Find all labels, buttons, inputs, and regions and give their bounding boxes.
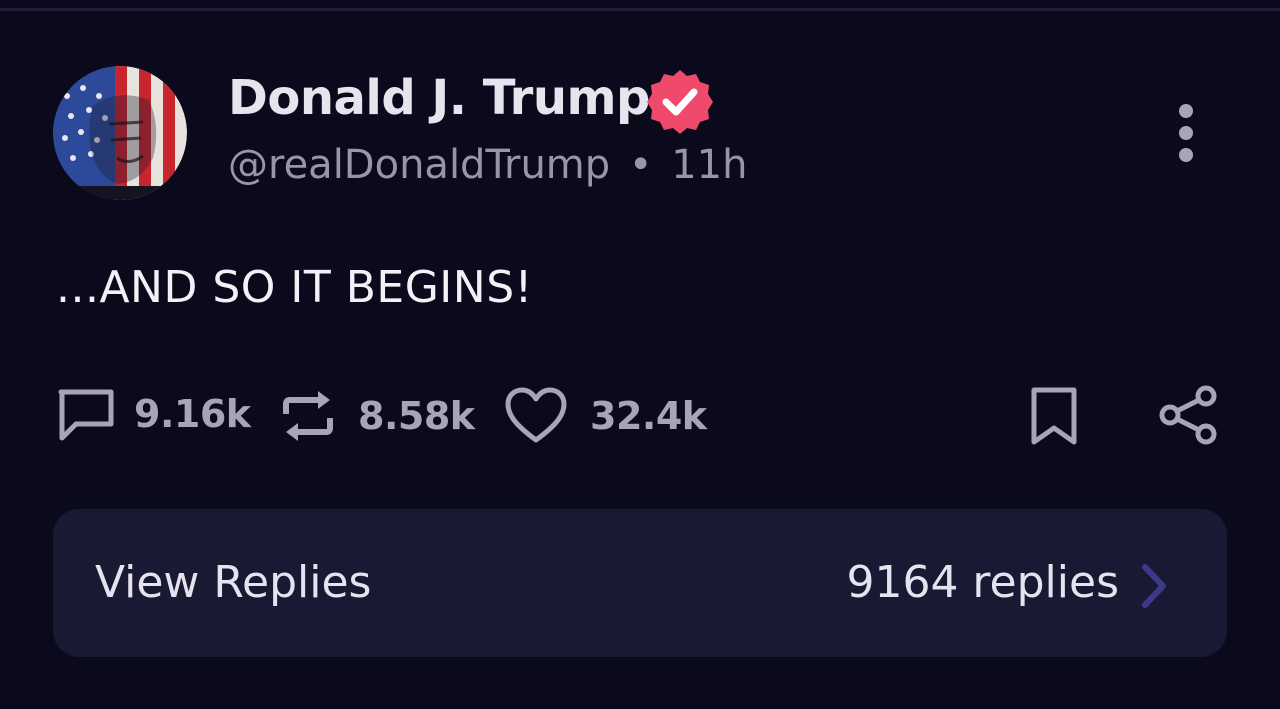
like-button[interactable]: 32.4k (504, 386, 707, 446)
author-avatar[interactable] (53, 66, 187, 200)
replies-count: 9164 replies (846, 557, 1119, 608)
repost-icon (283, 391, 333, 441)
post-timestamp[interactable]: 11h (671, 142, 747, 188)
view-replies-button[interactable]: View Replies 9164 replies (53, 509, 1227, 657)
verified-badge-icon (647, 70, 713, 134)
repost-count: 8.58k (358, 394, 475, 438)
author-handle[interactable]: @realDonaldTrump (228, 142, 610, 188)
heart-icon (505, 387, 567, 443)
author-name[interactable]: Donald J. Trump (228, 70, 650, 126)
reply-button[interactable]: 9.16k (56, 386, 251, 442)
bookmark-icon[interactable] (1028, 386, 1080, 446)
meta-separator: • (628, 142, 653, 188)
view-replies-label: View Replies (95, 557, 372, 608)
reply-icon (58, 389, 114, 441)
post-screen: Donald J. Trump @realDonaldTrump • 11h .… (0, 0, 1280, 709)
top-divider (0, 8, 1280, 11)
share-icon[interactable] (1158, 384, 1218, 446)
like-count: 32.4k (590, 394, 707, 438)
post-meta: @realDonaldTrump • 11h (228, 142, 747, 188)
chevron-right-icon (1142, 564, 1166, 608)
avatar-image (53, 66, 187, 200)
repost-button[interactable]: 8.58k (280, 386, 475, 446)
reply-count: 9.16k (134, 392, 251, 436)
post-text: ...AND SO IT BEGINS! (56, 262, 533, 313)
more-vertical-icon[interactable] (1168, 100, 1204, 166)
